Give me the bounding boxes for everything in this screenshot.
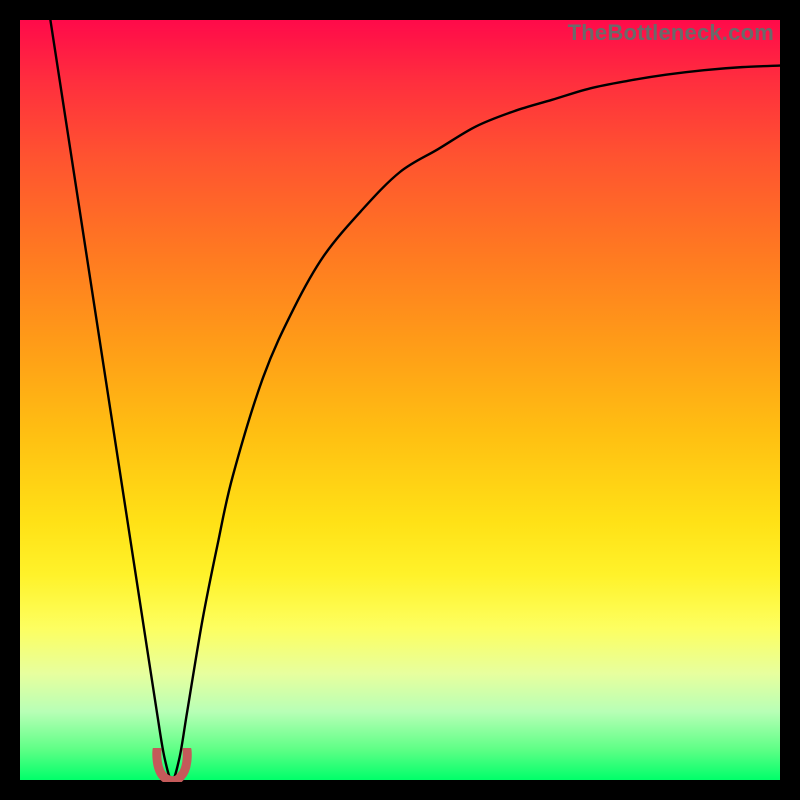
bottleneck-curve	[20, 20, 780, 780]
optimum-marker	[151, 748, 193, 782]
chart-frame: TheBottleneck.com	[0, 0, 800, 800]
watermark-label: TheBottleneck.com	[568, 20, 774, 46]
plot-area: TheBottleneck.com	[20, 20, 780, 780]
